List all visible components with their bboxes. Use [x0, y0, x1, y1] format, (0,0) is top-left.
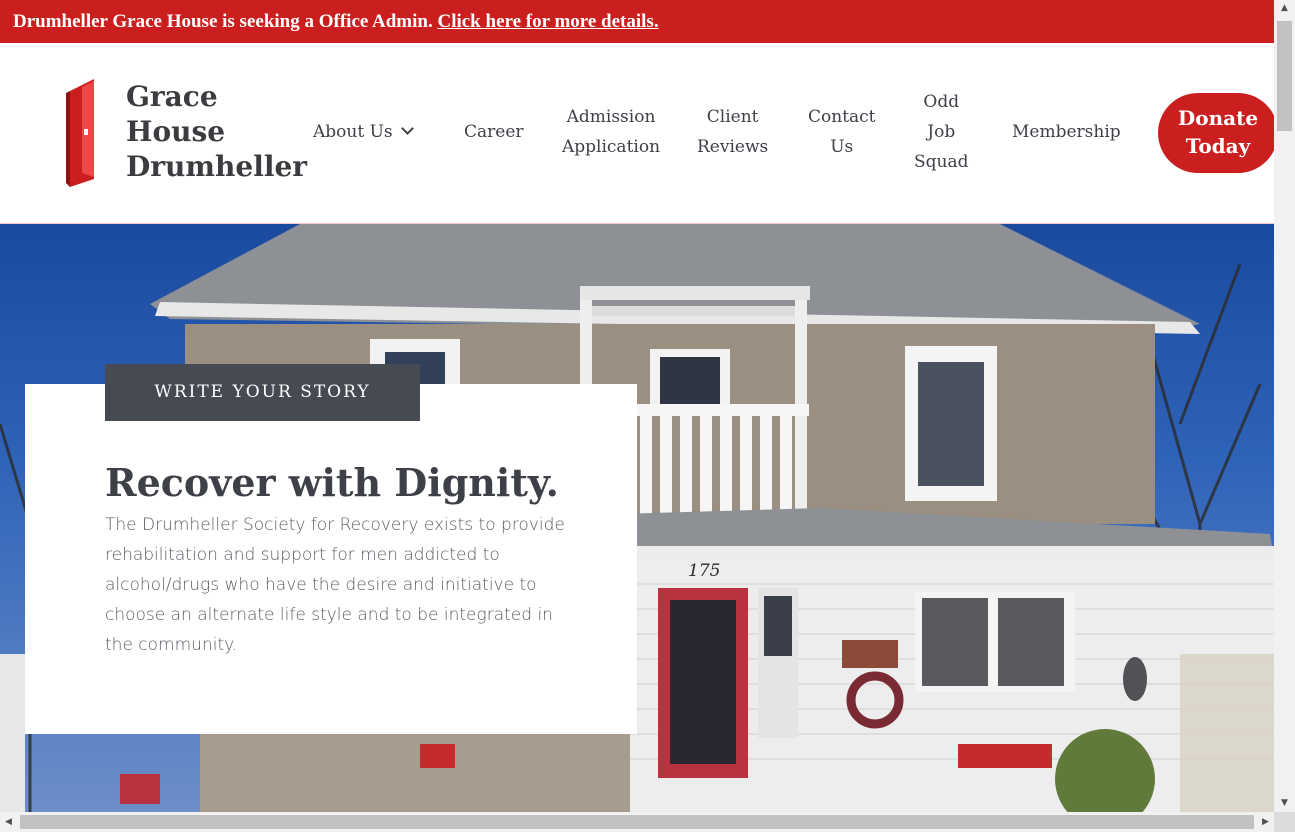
- nav-admission-line-1: Admission: [566, 107, 656, 127]
- scroll-down-icon[interactable]: ▼: [1274, 795, 1295, 812]
- nav-reviews-line-2: Reviews: [697, 137, 769, 157]
- nav-membership-label: Membership: [1012, 122, 1121, 142]
- nav-odd-line-3: Squad: [914, 152, 969, 172]
- announcement-link[interactable]: Click here for more details.: [437, 11, 658, 32]
- nav-client-reviews[interactable]: Client Reviews: [697, 102, 768, 162]
- nav-membership[interactable]: Membership: [1012, 117, 1121, 147]
- nav-odd-job-squad[interactable]: Odd Job Squad: [914, 87, 969, 177]
- chevron-down-icon: [400, 122, 414, 135]
- nav-reviews-line-1: Client: [706, 107, 759, 127]
- nav-odd-line-1: Odd: [923, 92, 960, 112]
- donate-today-button[interactable]: Donate Today: [1158, 93, 1278, 173]
- announcement-bar: Drumheller Grace House is seeking a Offi…: [0, 0, 1274, 43]
- announcement-text: Drumheller Grace House is seeking a Offi…: [13, 11, 433, 32]
- nav-contact-line-1: Contact: [808, 107, 876, 127]
- main-nav: About Us Career Admission Application Cl…: [0, 43, 1274, 224]
- nav-about-us[interactable]: About Us: [313, 117, 414, 147]
- house-number: 175: [688, 561, 720, 581]
- write-your-story-button[interactable]: WRITE YOUR STORY: [105, 364, 420, 421]
- hero-headline: Recover with Dignity.: [105, 460, 559, 505]
- donate-line-2: Today: [1185, 134, 1251, 158]
- nav-contact-line-2: Us: [830, 137, 854, 157]
- nav-odd-line-2: Job: [927, 122, 956, 142]
- nav-career[interactable]: Career: [464, 117, 524, 147]
- scrollbar-corner: [1274, 812, 1295, 832]
- scroll-left-icon[interactable]: ◀: [0, 812, 17, 832]
- vertical-scrollbar[interactable]: ▲ ▼: [1274, 0, 1295, 812]
- nav-career-label: Career: [464, 122, 524, 142]
- scroll-right-icon[interactable]: ▶: [1257, 812, 1274, 832]
- nav-admission-application[interactable]: Admission Application: [562, 102, 660, 162]
- horizontal-scrollbar[interactable]: ◀ ▶: [0, 812, 1274, 832]
- nav-about-label: About Us: [313, 122, 393, 142]
- nav-contact-us[interactable]: Contact Us: [808, 102, 876, 162]
- scroll-up-icon[interactable]: ▲: [1274, 0, 1295, 17]
- donate-line-1: Donate: [1177, 106, 1259, 130]
- hero-description: The Drumheller Society for Recovery exis…: [105, 515, 565, 655]
- vertical-scroll-thumb[interactable]: [1277, 21, 1292, 131]
- nav-admission-line-2: Application: [562, 137, 661, 157]
- horizontal-scroll-thumb[interactable]: [20, 815, 1254, 829]
